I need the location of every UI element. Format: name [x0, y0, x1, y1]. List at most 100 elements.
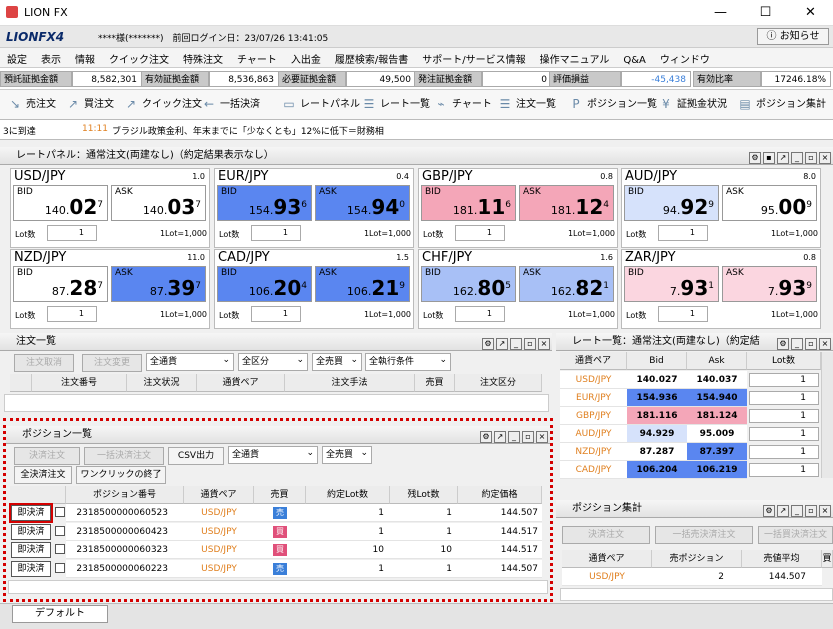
minimize-icon[interactable]: — [698, 0, 743, 26]
order-cancel-button[interactable]: 注文取消 [14, 354, 74, 372]
rate-list-col-header[interactable]: Ask [687, 352, 747, 370]
panel-window-buttons[interactable]: ⚙ _ ▫ × [775, 335, 831, 353]
summary-settle-button[interactable]: 決済注文 [562, 526, 650, 544]
news-ticker[interactable]: 3に到達 11:11 ブラジル政策金利、年末までに「少なくとも」12%に低下＝財… [0, 120, 833, 140]
order-col-header[interactable]: 注文区分 [455, 374, 542, 392]
rate-list-ask[interactable]: 140.037 [687, 371, 747, 389]
ask-quote-button[interactable]: ASK 87.397 [111, 266, 206, 302]
tab-default[interactable]: デフォルト [12, 605, 108, 623]
rate-list-ask[interactable]: 87.397 [687, 443, 747, 461]
bulk-sell-settle-button[interactable]: 一括売決済注文 [655, 526, 753, 544]
order-col-header[interactable]: 通貨ペア [197, 374, 285, 392]
lot-input[interactable]: 1 [47, 225, 97, 241]
ask-quote-button[interactable]: ASK 95.009 [722, 185, 817, 221]
order-col-header[interactable]: 注文番号 [32, 374, 127, 392]
order-side-select[interactable]: 全売買 [312, 352, 362, 371]
rate-list-col-header[interactable]: Lot数 [747, 352, 821, 370]
toolbar-2[interactable]: ↗ クイック注文 [124, 96, 202, 114]
toolbar-6[interactable]: ⌁ チャート [434, 96, 492, 114]
toolbar-8[interactable]: P ポジション一覧 [569, 96, 657, 114]
lot-input[interactable]: 1 [658, 306, 708, 322]
summary-col-header[interactable]: 通貨ペア [562, 550, 652, 568]
toolbar-9[interactable]: ¥ 証拠金状況 [659, 96, 727, 114]
ask-quote-button[interactable]: ASK 7.939 [722, 266, 817, 302]
toolbar-7[interactable]: ☰ 注文一覧 [498, 96, 556, 114]
rate-list-lot-input[interactable]: 1 [749, 463, 819, 477]
rate-list-col-header[interactable]: Bid [627, 352, 687, 370]
bid-quote-button[interactable]: BID 94.929 [624, 185, 719, 221]
bid-quote-button[interactable]: BID 181.116 [421, 185, 516, 221]
ask-quote-button[interactable]: ASK 106.219 [315, 266, 410, 302]
summary-hscroll[interactable] [560, 588, 833, 601]
menu-item[interactable]: 履歴検索/報告書 [328, 48, 415, 66]
ask-quote-button[interactable]: ASK 140.037 [111, 185, 206, 221]
rate-list-bid[interactable]: 106.204 [627, 461, 687, 479]
close-icon[interactable]: ✕ [788, 0, 833, 26]
rate-list-lot-input[interactable]: 1 [749, 445, 819, 459]
order-col-header[interactable]: 売買 [415, 374, 455, 392]
menu-item[interactable]: ウィンドウ [653, 48, 717, 66]
rate-list-lot-input[interactable]: 1 [749, 391, 819, 405]
rate-list-lot-input[interactable]: 1 [749, 373, 819, 387]
order-hscroll[interactable] [4, 394, 549, 412]
toolbar-10[interactable]: ▤ ポジション集計 [738, 96, 826, 114]
lot-input[interactable]: 1 [47, 306, 97, 322]
rate-list-bid[interactable]: 87.287 [627, 443, 687, 461]
toolbar-1[interactable]: ↗ 買注文 [66, 96, 114, 114]
bid-quote-button[interactable]: BID 7.931 [624, 266, 719, 302]
maximize-icon[interactable]: ☐ [743, 0, 788, 26]
toolbar-3[interactable]: ← 一括決済 [202, 96, 260, 114]
menu-item[interactable]: クイック注文 [102, 48, 176, 66]
menu-item[interactable]: サポート/サービス情報 [415, 48, 532, 66]
summary-col-header[interactable]: 売ポジション [652, 550, 742, 568]
ask-quote-button[interactable]: ASK 154.940 [315, 185, 410, 221]
menu-item[interactable]: 操作マニュアル [533, 48, 617, 66]
rate-list-bid[interactable]: 181.116 [627, 407, 687, 425]
rate-list-ask[interactable]: 154.940 [687, 389, 747, 407]
toolbar-0[interactable]: ↘ 売注文 [8, 96, 56, 114]
notice-button[interactable]: ⓘ お知らせ [757, 28, 829, 45]
lot-input[interactable]: 1 [251, 225, 301, 241]
order-currency-select[interactable]: 全通貨 [146, 352, 234, 371]
panel-window-buttons[interactable]: ⚙ ↗ _ ▫ × [480, 335, 550, 353]
rate-list-ask[interactable]: 181.124 [687, 407, 747, 425]
menu-item[interactable]: 情報 [68, 48, 102, 66]
toolbar-4[interactable]: ▭ レートパネル [282, 96, 360, 114]
menu-item[interactable]: チャート [230, 48, 284, 66]
menu-item[interactable]: 入出金 [284, 48, 328, 66]
rate-list-bid[interactable]: 94.929 [627, 425, 687, 443]
order-change-button[interactable]: 注文変更 [82, 354, 142, 372]
lot-input[interactable]: 1 [455, 225, 505, 241]
order-select-all-checkbox[interactable] [10, 374, 32, 392]
bid-quote-button[interactable]: BID 154.936 [217, 185, 312, 221]
panel-window-buttons[interactable]: ⚙ ▪ ↗ _ ▫ × [747, 149, 831, 167]
menu-item[interactable]: 表示 [34, 48, 68, 66]
rate-list-lot-input[interactable]: 1 [749, 427, 819, 441]
order-condition-select[interactable]: 全執行条件 [365, 352, 451, 371]
summary-col-header[interactable]: 売値平均 [742, 550, 822, 568]
bid-quote-button[interactable]: BID 87.287 [13, 266, 108, 302]
rate-list-bid[interactable]: 154.936 [627, 389, 687, 407]
rate-list-vscroll[interactable] [821, 352, 833, 478]
ask-quote-button[interactable]: ASK 162.821 [519, 266, 614, 302]
bid-quote-button[interactable]: BID 140.027 [13, 185, 108, 221]
rate-list-ask[interactable]: 106.219 [687, 461, 747, 479]
toolbar-5[interactable]: ☰ レート一覧 [362, 96, 430, 114]
ask-quote-button[interactable]: ASK 181.124 [519, 185, 614, 221]
bid-quote-button[interactable]: BID 106.204 [217, 266, 312, 302]
order-col-header[interactable]: 注文状況 [127, 374, 197, 392]
bid-quote-button[interactable]: BID 162.805 [421, 266, 516, 302]
menu-item[interactable]: 特殊注文 [176, 48, 230, 66]
rate-list-ask[interactable]: 95.009 [687, 425, 747, 443]
lot-input[interactable]: 1 [455, 306, 505, 322]
menu-item[interactable]: 設定 [0, 48, 34, 66]
lot-input[interactable]: 1 [658, 225, 708, 241]
order-type-select[interactable]: 全区分 [238, 352, 308, 371]
lot-input[interactable]: 1 [251, 306, 301, 322]
bulk-buy-settle-button[interactable]: 一括買決済注文 [758, 526, 833, 544]
menu-item[interactable]: Q&A [616, 52, 653, 66]
rate-list-bid[interactable]: 140.027 [627, 371, 687, 389]
rate-list-lot-input[interactable]: 1 [749, 409, 819, 423]
order-col-header[interactable]: 注文手法 [285, 374, 415, 392]
summary-col-header[interactable]: 買 [822, 550, 833, 568]
